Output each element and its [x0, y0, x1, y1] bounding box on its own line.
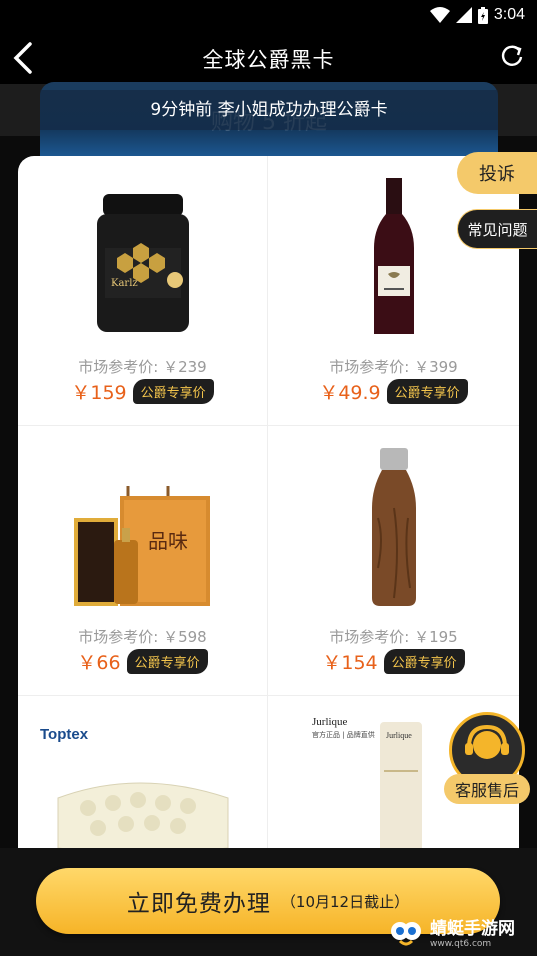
member-price-tag: 公爵专享价 [126, 649, 208, 674]
member-price-tag: 公爵专享价 [386, 379, 468, 404]
honey-jar-image: Karlz [18, 178, 267, 338]
member-price: ￥49.9 [319, 382, 381, 404]
product-card-bottle[interactable]: 市场参考价: ￥195 ￥154 公爵专享价 [268, 426, 519, 696]
signal-icon [455, 7, 472, 23]
latex-pillow-image [48, 758, 238, 856]
status-icons: 3:04 [429, 6, 525, 24]
dragonfly-logo-icon [391, 922, 421, 946]
status-bar: 3:04 [0, 0, 537, 32]
member-price-tag: 公爵专享价 [132, 379, 214, 404]
apply-label: 立即免费办理 [126, 891, 271, 917]
cream-tube-image: Jurlique [376, 722, 426, 856]
complaint-button[interactable]: 投诉 [457, 152, 537, 194]
wooden-thermos-image [268, 448, 519, 608]
product-card-wine[interactable]: 市场参考价: ￥399 ￥49.9 公爵专享价 [268, 156, 519, 426]
price-row: ￥159 公爵专享价 [18, 378, 267, 405]
app-header: 全球公爵黑卡 [0, 32, 537, 84]
watermark-text: 蜻蜓手游网 [430, 918, 515, 939]
jurlique-logo: Jurlique 官方正品 | 品牌直供 [312, 716, 375, 739]
member-price: ￥154 [322, 652, 378, 674]
customer-service-button[interactable]: 客服售后 [444, 712, 530, 808]
market-price: 市场参考价: ￥598 [78, 628, 207, 646]
price-row: ￥66 公爵专享价 [18, 648, 267, 675]
refresh-button[interactable] [499, 44, 525, 70]
customer-service-label: 客服售后 [444, 774, 530, 804]
svg-text:Jurlique: Jurlique [386, 731, 412, 740]
page-title: 全球公爵黑卡 [202, 48, 335, 72]
market-price: 市场参考价: ￥399 [329, 358, 458, 376]
svg-text:品味: 品味 [148, 529, 188, 553]
wine-bottle-image [268, 178, 519, 338]
price-row: ￥154 公爵专享价 [268, 648, 519, 675]
price-row: ￥49.9 公爵专享价 [268, 378, 519, 405]
market-price: 市场参考价: ￥239 [78, 358, 207, 376]
faq-button[interactable]: 常见问题 [457, 209, 537, 249]
status-time: 3:04 [493, 6, 525, 23]
liquor-gift-box-image: 品味 [18, 448, 267, 608]
toptex-logo: Toptex [40, 726, 89, 743]
product-card-honey[interactable]: Karlz 市场参考价: ￥239 ￥159 公爵专享价 [18, 156, 268, 426]
refresh-icon [501, 45, 523, 66]
battery-icon [477, 6, 488, 24]
wifi-icon [429, 7, 450, 23]
watermark-url: www.qt6.com [430, 938, 492, 949]
product-card-pillow[interactable]: Toptex [18, 696, 268, 856]
member-price: ￥159 [71, 382, 127, 404]
watermark: 蜻蜓手游网 www.qt6.com [386, 908, 534, 954]
svg-text:Karlz: Karlz [111, 278, 138, 289]
market-price: 市场参考价: ￥195 [329, 628, 458, 646]
member-price: ￥66 [77, 652, 121, 674]
product-card-liquor[interactable]: 品味 市场参考价: ￥598 ￥66 公爵专享价 [18, 426, 268, 696]
member-price-tag: 公爵专享价 [383, 649, 465, 674]
notice-ticker: 9分钟前 李小姐成功办理公爵卡 [40, 90, 498, 130]
